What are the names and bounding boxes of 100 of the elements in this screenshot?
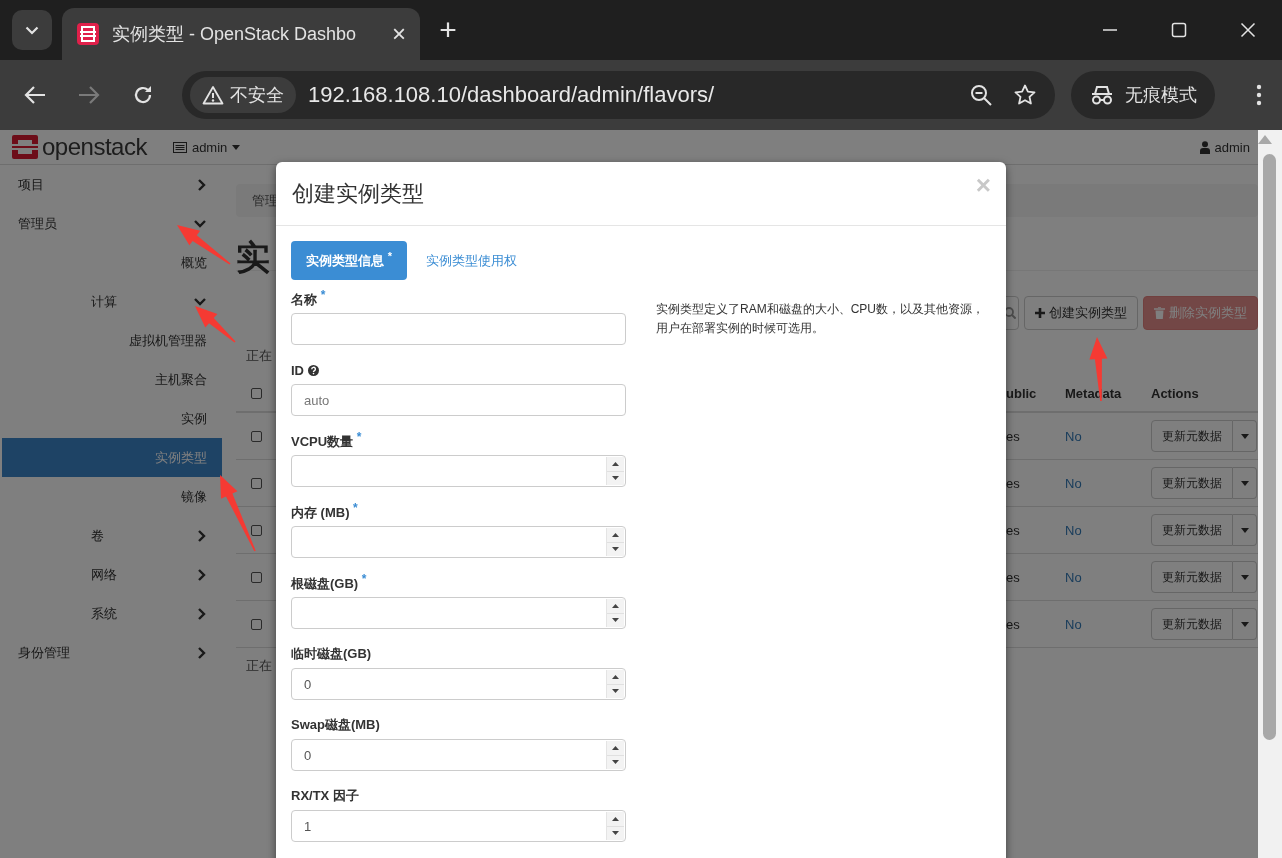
spin-up-button[interactable] <box>607 599 624 613</box>
caret-up-icon <box>612 532 619 537</box>
field-label: Swap磁盘(MB) <box>291 716 380 734</box>
page-heading: 实 <box>236 237 270 277</box>
update-metadata-button[interactable]: 更新元数据 <box>1151 420 1233 452</box>
new-tab-button[interactable]: + <box>428 10 468 50</box>
metadata-link[interactable]: No <box>1065 522 1082 538</box>
input-field[interactable]: auto <box>291 384 626 416</box>
metadata-link[interactable]: No <box>1065 616 1082 632</box>
sidebar-item[interactable]: 虚拟机管理器 <box>0 321 222 360</box>
sidebar-item[interactable]: 网络 <box>0 555 222 594</box>
actions-dropdown-button[interactable] <box>1233 420 1257 452</box>
column-header: Actions <box>1151 385 1199 401</box>
caret-down-icon <box>612 760 619 765</box>
input-field[interactable]: 0 <box>291 668 626 700</box>
caret-down-icon <box>612 831 619 836</box>
table-cell: es <box>1006 428 1020 444</box>
field-label: 临时磁盘(GB) <box>291 645 372 663</box>
help-icon <box>308 364 319 376</box>
input-field[interactable]: 0 <box>291 739 626 771</box>
spin-up-button[interactable] <box>607 812 624 826</box>
spin-up-button[interactable] <box>607 528 624 542</box>
caret-down-icon <box>1240 433 1249 439</box>
actions-dropdown-button[interactable] <box>1233 561 1257 593</box>
caret-down-icon <box>612 689 619 694</box>
project-dropdown[interactable]: admin <box>172 139 241 155</box>
keyboard-icon <box>172 141 187 153</box>
spin-up-button[interactable] <box>607 457 624 471</box>
user-menu[interactable]: admin <box>1199 139 1250 155</box>
sidebar-item[interactable]: 计算 <box>0 282 222 321</box>
update-metadata-button[interactable]: 更新元数据 <box>1151 467 1233 499</box>
scrollbar-thumb[interactable] <box>1263 154 1276 740</box>
sidebar-item[interactable]: 管理员 <box>0 204 222 243</box>
table-cell: es <box>1006 522 1020 538</box>
caret-up-icon <box>612 816 619 821</box>
incognito-chip[interactable]: 无痕模式 <box>1071 71 1215 119</box>
sidebar-item[interactable]: 主机聚合 <box>0 360 222 399</box>
caret-down-icon <box>1240 480 1249 486</box>
table-cell: es <box>1006 569 1020 585</box>
sidebar-item[interactable]: 卷 <box>0 516 222 555</box>
search-icon <box>1004 307 1016 319</box>
dialog-tab[interactable]: 实例类型信息 $^{*}$ <box>291 241 407 280</box>
input-field[interactable] <box>291 313 626 345</box>
sidebar-item[interactable]: 身份管理 <box>0 633 222 672</box>
caret-up-icon <box>612 674 619 679</box>
zoom-icon[interactable] <box>970 84 992 106</box>
sidebar-item[interactable]: 系统 <box>0 594 222 633</box>
maximize-icon <box>1170 22 1187 38</box>
security-chip[interactable]: 不安全 <box>190 77 296 113</box>
scroll-up-icon[interactable] <box>1258 135 1272 144</box>
user-icon <box>1199 140 1210 154</box>
input-field[interactable]: 1 <box>291 810 626 842</box>
caret-up-icon <box>612 603 619 608</box>
url-text: 192.168.108.10/dashboard/admin/flavors/ <box>308 82 716 108</box>
tab-close-button[interactable]: × <box>392 20 406 48</box>
caret-down-icon <box>1240 527 1249 533</box>
metadata-link[interactable]: No <box>1065 428 1082 444</box>
row-checkbox[interactable] <box>250 618 262 630</box>
sidebar-item[interactable]: 实例类型 <box>2 438 222 477</box>
description-text: 实例类型定义了RAM和磁盘的大小、CPU数，以及其他资源，用户在部署实例的时候可选用。 <box>656 301 985 337</box>
incognito-icon <box>1089 84 1115 106</box>
metadata-link[interactable]: No <box>1065 569 1082 585</box>
favicon-icon <box>76 22 100 46</box>
sidebar-item[interactable]: 概览 <box>0 243 222 282</box>
actions-dropdown-button[interactable] <box>1233 467 1257 499</box>
row-checkbox[interactable] <box>250 571 262 583</box>
spin-up-button[interactable] <box>607 670 624 684</box>
column-header: ublic <box>1006 385 1037 401</box>
input-field[interactable] <box>291 526 626 558</box>
metadata-link[interactable]: No <box>1065 475 1082 491</box>
logo-text: openstack <box>42 133 147 161</box>
input-field[interactable] <box>291 597 626 629</box>
menu-button[interactable] <box>1256 84 1262 106</box>
select-all-checkbox[interactable] <box>250 387 262 399</box>
update-metadata-button[interactable]: 更新元数据 <box>1151 514 1233 546</box>
star-icon[interactable] <box>1014 84 1036 106</box>
row-checkbox[interactable] <box>250 524 262 536</box>
tab-search-button[interactable] <box>12 10 52 50</box>
caret-down-icon <box>612 547 619 552</box>
input-field[interactable] <box>291 455 626 487</box>
spin-up-button[interactable] <box>607 741 624 755</box>
browser-tab[interactable]: 实例类型 - OpenStack Dashbo × <box>62 8 420 60</box>
update-metadata-button[interactable]: 更新元数据 <box>1151 608 1233 640</box>
row-checkbox[interactable] <box>250 430 262 442</box>
sidebar-item[interactable]: 镜像 <box>0 477 222 516</box>
caret-down-icon <box>612 618 619 623</box>
summary-text: 正在 <box>245 657 273 675</box>
actions-dropdown-button[interactable] <box>1233 514 1257 546</box>
logo-icon <box>12 135 38 159</box>
actions-dropdown-button[interactable] <box>1233 608 1257 640</box>
sidebar-item[interactable]: 实例 <box>0 399 222 438</box>
row-checkbox[interactable] <box>250 477 262 489</box>
summary-text: 正在 <box>245 347 273 365</box>
back-arrow-icon <box>24 85 46 105</box>
address-bar[interactable]: 不安全 192.168.108.10/dashboard/admin/flavors/ <box>182 71 1055 119</box>
sidebar-item[interactable]: 项目 <box>0 165 222 204</box>
update-metadata-button[interactable]: 更新元数据 <box>1151 561 1233 593</box>
kebab-menu-icon <box>1256 84 1262 106</box>
create-flavor-button[interactable]: 创建实例类型 <box>1024 296 1138 330</box>
dialog-tab[interactable]: 实例类型使用权 <box>410 241 532 280</box>
